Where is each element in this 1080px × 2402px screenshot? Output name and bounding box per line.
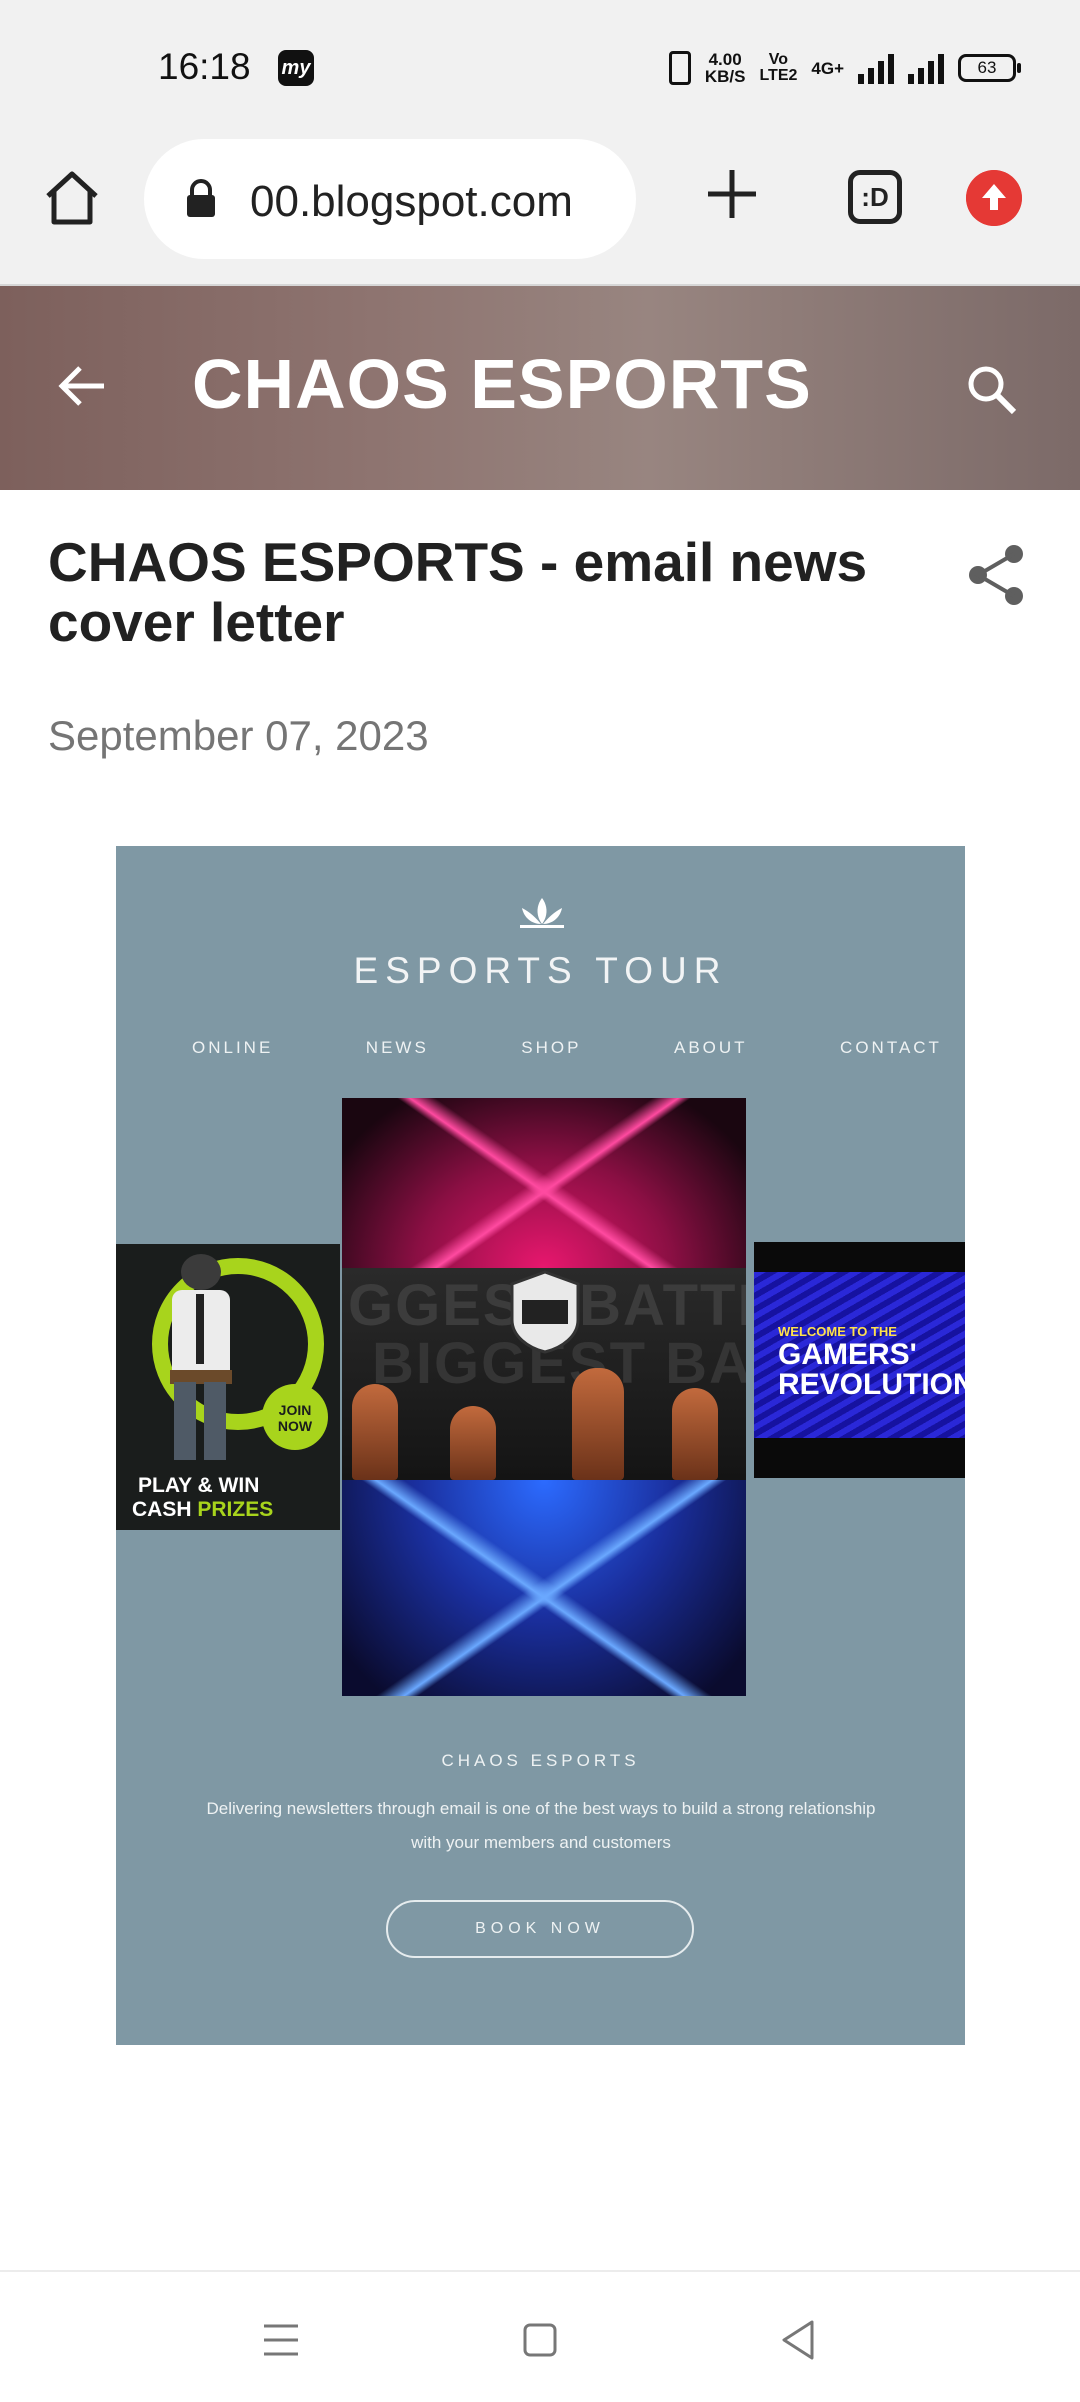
play-win-text: PLAY & WIN (138, 1474, 260, 1497)
new-tab-plus-icon[interactable] (700, 162, 764, 226)
battery-icon: 63 (958, 54, 1021, 82)
book-now-button[interactable]: BOOK NOW (386, 1900, 694, 1958)
poster-description: Delivering newsletters through email is … (206, 1799, 876, 1852)
status-icons: 4.00 KB/S Vo LTE2 4G+ 63 (668, 46, 1021, 90)
address-bar[interactable]: 00.blogspot.com (144, 139, 636, 259)
gamers-revolution-ad: WELCOME TO THE GAMERS' REVOLUTION (754, 1242, 965, 1478)
poster-brand: ESPORTS TOUR (353, 950, 728, 991)
cash-prizes-text: CASH PRIZES (132, 1498, 273, 1522)
mytracker-app-icon: my (278, 50, 314, 86)
poster-nav-shop: SHOP (521, 1038, 582, 1057)
newsletter-image[interactable]: ESPORTS TOUR ONLINE NEWS SHOP ABOUT CONT… (116, 846, 965, 2045)
volte-top: Vo (768, 51, 789, 68)
play-and-win-ad: JOIN NOW PLAY & WIN CASH PRIZES (116, 1244, 340, 1530)
series-badge-icon (510, 1270, 580, 1354)
prizes-text: PRIZES (197, 1498, 274, 1521)
blog-title[interactable]: CHAOS ESPORTS (192, 344, 812, 424)
share-icon[interactable] (962, 540, 1032, 610)
pink-neon-panel (342, 1098, 746, 1268)
poster-name: CHAOS ESPORTS (441, 1751, 640, 1770)
vibrate-icon (668, 51, 691, 85)
lock-icon (187, 179, 215, 217)
join-now-badge: JOIN NOW (262, 1384, 328, 1450)
player-figure (352, 1384, 398, 1480)
signal-icon-1 (858, 52, 894, 84)
volte-icon: Vo LTE2 (759, 52, 797, 84)
status-bar: 16:18 my 4.00 KB/S Vo LTE2 4G+ 63 (0, 0, 1080, 136)
soldier-figure (170, 1254, 232, 1460)
home-square-icon[interactable] (522, 2322, 558, 2358)
update-icon[interactable] (966, 170, 1022, 226)
back-triangle-icon[interactable] (778, 2318, 818, 2362)
team-panel: GGEST BATTLE BIGGEST BATT (342, 1268, 746, 1480)
menu-icon[interactable] (262, 2322, 300, 2358)
poster-nav-online: ONLINE (192, 1038, 274, 1057)
collage-image: GGEST BATTLE BIGGEST BATT (342, 1098, 746, 1696)
browser-toolbar: 00.blogspot.com :D (0, 136, 1080, 286)
network-speed: 4.00 KB/S (705, 51, 746, 85)
poster-nav-contact: CONTACT (840, 1038, 942, 1057)
post-title: CHAOS ESPORTS - email news cover letter (48, 531, 868, 653)
post-date: September 07, 2023 (48, 712, 429, 759)
cash-text: CASH (132, 1498, 192, 1521)
network-speed-unit: KB/S (704, 67, 746, 86)
player-figure (672, 1388, 718, 1480)
back-arrow-icon[interactable] (52, 354, 116, 418)
system-navigation-bar (0, 2270, 1080, 2402)
tab-switcher-icon[interactable]: :D (848, 170, 902, 224)
player-figure (450, 1406, 496, 1480)
gamers-revolution-text: GAMERS' REVOLUTION (778, 1338, 965, 1401)
search-icon[interactable] (962, 360, 1022, 420)
lotus-logo-icon (520, 898, 564, 928)
network-type: 4G+ (811, 58, 844, 78)
clock: 16:18 (158, 46, 251, 87)
url-text[interactable]: 00.blogspot.com (250, 177, 573, 227)
signal-icon-2 (908, 52, 944, 84)
poster-nav-news: NEWS (365, 1038, 429, 1057)
blog-header: CHAOS ESPORTS (0, 286, 1080, 490)
poster-nav-about: ABOUT (673, 1038, 748, 1057)
volte-bottom: LTE2 (759, 67, 798, 84)
home-icon[interactable] (40, 166, 104, 230)
welcome-text: WELCOME TO THE (778, 1324, 897, 1339)
blue-neon-panel (342, 1480, 746, 1696)
player-figure (572, 1368, 624, 1480)
poster-nav: ONLINE NEWS SHOP ABOUT CONTACT (192, 1038, 942, 1058)
